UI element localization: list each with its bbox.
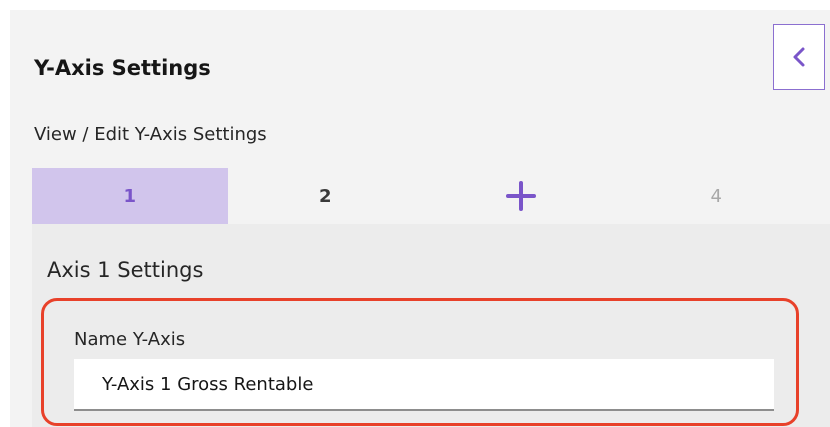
panel-subtitle: View / Edit Y-Axis Settings — [34, 124, 267, 145]
add-axis-tab[interactable] — [423, 168, 619, 224]
name-y-axis-input[interactable] — [74, 359, 774, 411]
plus-icon — [505, 181, 536, 211]
chevron-left-icon — [793, 47, 805, 67]
axis-settings-heading: Axis 1 Settings — [47, 258, 204, 282]
collapse-panel-button[interactable] — [773, 24, 825, 90]
panel-title: Y-Axis Settings — [34, 56, 211, 80]
tab-axis-4: 4 — [710, 185, 722, 207]
tab-axis-1[interactable]: 1 — [32, 168, 228, 224]
tab-axis-2[interactable]: 2 — [228, 168, 424, 224]
axis-tabs: 1 2 4 — [32, 168, 814, 224]
name-y-axis-label: Name Y-Axis — [74, 329, 186, 350]
